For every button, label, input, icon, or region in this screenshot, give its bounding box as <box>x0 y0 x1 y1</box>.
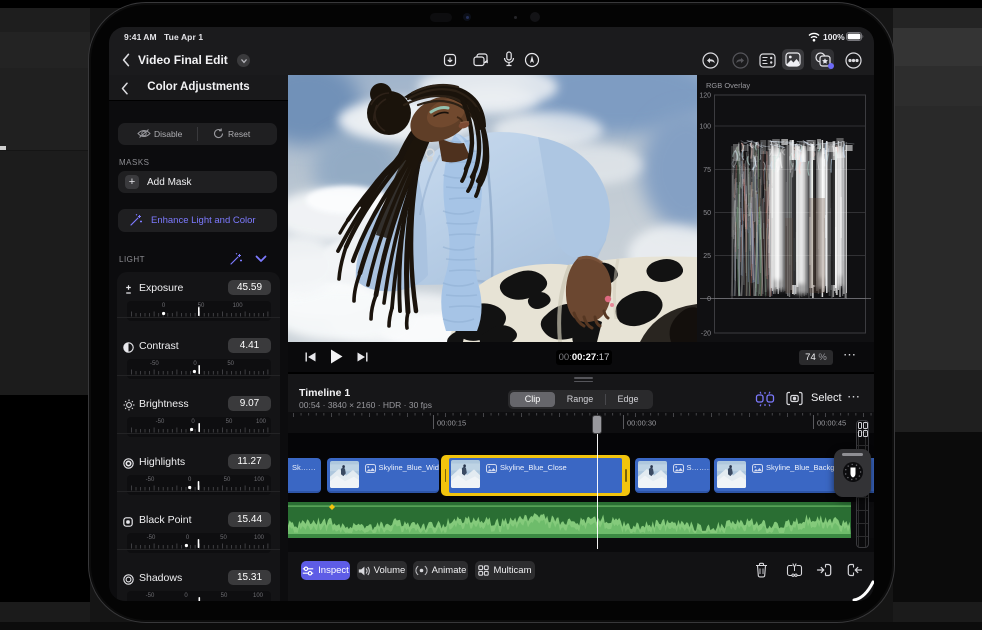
svg-text:0: 0 <box>707 296 711 303</box>
svg-text:-20: -20 <box>701 331 711 338</box>
svg-text:50: 50 <box>703 210 711 217</box>
svg-text:00:00:15: 00:00:15 <box>437 419 466 428</box>
svg-text:00:00:30: 00:00:30 <box>627 419 656 428</box>
svg-text:75: 75 <box>703 167 711 174</box>
svg-text:00:00:45: 00:00:45 <box>817 419 846 428</box>
svg-text:100: 100 <box>699 124 711 131</box>
svg-text:120: 120 <box>699 93 711 100</box>
svg-text:25: 25 <box>703 253 711 260</box>
